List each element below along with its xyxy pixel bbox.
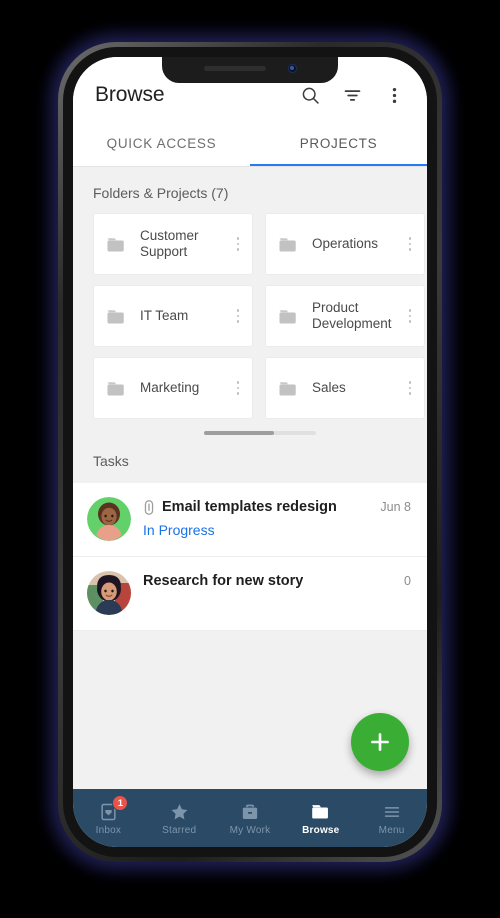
screenshot-root: Browse QUICK ACCESS PROJECTS Folders & P… bbox=[0, 0, 500, 918]
nav-item-browse[interactable]: Browse bbox=[285, 800, 356, 836]
folder-kebab-icon[interactable] bbox=[402, 378, 418, 398]
nav-item-my-work-label: My Work bbox=[229, 825, 271, 836]
folder-icon bbox=[107, 237, 124, 251]
nav-item-starred-label: Starred bbox=[162, 825, 197, 836]
page-title: Browse bbox=[95, 83, 165, 106]
briefcase-icon bbox=[239, 802, 261, 822]
task-date: 0 bbox=[404, 574, 411, 588]
folder-card-label: Customer Support bbox=[140, 228, 199, 259]
horizontal-scrollbar[interactable] bbox=[204, 431, 316, 435]
nav-item-menu-label: Menu bbox=[378, 825, 405, 836]
task-title: Email templates redesign bbox=[162, 499, 337, 515]
task-title-row: Email templates redesign bbox=[143, 499, 374, 515]
hamburger-icon bbox=[381, 802, 403, 822]
folder-card[interactable]: Customer Support bbox=[93, 213, 253, 275]
folder-icon bbox=[279, 237, 296, 251]
search-icon[interactable] bbox=[299, 84, 321, 106]
task-row[interactable]: Research for new story 0 bbox=[73, 557, 427, 631]
nav-item-inbox[interactable]: 1 Inbox bbox=[73, 795, 144, 836]
overflow-menu-icon[interactable] bbox=[383, 84, 405, 106]
folder-card[interactable]: IT Team bbox=[93, 285, 253, 347]
folders-grid: Customer Support Operations IT Team Prod… bbox=[93, 213, 427, 419]
app-bar-actions bbox=[299, 84, 407, 106]
folder-card-label: Operations bbox=[312, 236, 379, 251]
nav-item-browse-label: Browse bbox=[302, 825, 340, 836]
tab-quick-access[interactable]: QUICK ACCESS bbox=[73, 119, 250, 167]
folder-icon bbox=[310, 802, 332, 822]
folder-card[interactable]: Marketing bbox=[93, 357, 253, 419]
tab-projects[interactable]: PROJECTS bbox=[250, 119, 427, 167]
task-content: Research for new story bbox=[143, 571, 398, 589]
folder-kebab-icon[interactable] bbox=[230, 378, 246, 398]
task-list: Email templates redesign In Progress Jun… bbox=[73, 483, 427, 631]
inbox-icon: 1 bbox=[97, 795, 129, 822]
folder-icon bbox=[107, 309, 124, 323]
folders-section-heading: Folders & Projects (7) bbox=[93, 185, 229, 201]
avatar bbox=[87, 497, 131, 541]
tab-bar: QUICK ACCESS PROJECTS bbox=[73, 119, 427, 167]
folder-icon bbox=[107, 381, 124, 395]
front-camera-icon bbox=[287, 64, 297, 73]
add-button[interactable] bbox=[351, 713, 409, 771]
task-status[interactable]: In Progress bbox=[143, 522, 374, 538]
phone-screen: Browse QUICK ACCESS PROJECTS Folders & P… bbox=[73, 57, 427, 847]
task-title-row: Research for new story bbox=[143, 573, 398, 589]
nav-item-inbox-label: Inbox bbox=[95, 825, 122, 836]
folder-kebab-icon[interactable] bbox=[402, 234, 418, 254]
bottom-navigation: 1 Inbox Starred My Work Browse Menu bbox=[73, 789, 427, 847]
folder-card-label: Marketing bbox=[140, 380, 200, 395]
folders-horizontal-scroller[interactable]: Customer Support Operations IT Team Prod… bbox=[73, 213, 427, 435]
nav-item-starred[interactable]: Starred bbox=[144, 800, 215, 836]
star-icon bbox=[168, 802, 190, 822]
task-content: Email templates redesign In Progress bbox=[143, 497, 374, 538]
tasks-section-heading: Tasks bbox=[73, 435, 427, 483]
folder-kebab-icon[interactable] bbox=[230, 234, 246, 254]
folder-kebab-icon[interactable] bbox=[230, 306, 246, 326]
task-title: Research for new story bbox=[143, 573, 304, 589]
folder-icon bbox=[279, 381, 296, 395]
horizontal-scrollbar-thumb[interactable] bbox=[204, 431, 274, 435]
tab-quick-access-label: QUICK ACCESS bbox=[106, 135, 217, 151]
folder-card[interactable]: Operations bbox=[265, 213, 425, 275]
plus-icon bbox=[371, 733, 389, 751]
folder-card[interactable]: Sales bbox=[265, 357, 425, 419]
content-scroll-area[interactable]: Folders & Projects (7) Customer Support bbox=[73, 167, 427, 789]
phone-notch bbox=[162, 57, 338, 83]
filter-icon[interactable] bbox=[341, 84, 363, 106]
folder-card-label: IT Team bbox=[140, 308, 189, 323]
folder-card-label: Sales bbox=[312, 380, 346, 395]
tab-projects-label: PROJECTS bbox=[299, 135, 378, 151]
task-date: Jun 8 bbox=[380, 500, 411, 514]
inbox-badge: 1 bbox=[112, 795, 129, 811]
nav-item-my-work[interactable]: My Work bbox=[215, 800, 286, 836]
avatar bbox=[87, 571, 131, 615]
folder-kebab-icon[interactable] bbox=[402, 306, 418, 326]
folder-icon bbox=[279, 309, 296, 323]
earpiece-speaker bbox=[203, 66, 266, 71]
folder-card-label: Product Development bbox=[312, 300, 392, 331]
folder-card[interactable]: Product Development bbox=[265, 285, 425, 347]
task-row[interactable]: Email templates redesign In Progress Jun… bbox=[73, 483, 427, 557]
nav-item-menu[interactable]: Menu bbox=[356, 800, 427, 836]
attachment-icon bbox=[144, 499, 154, 515]
